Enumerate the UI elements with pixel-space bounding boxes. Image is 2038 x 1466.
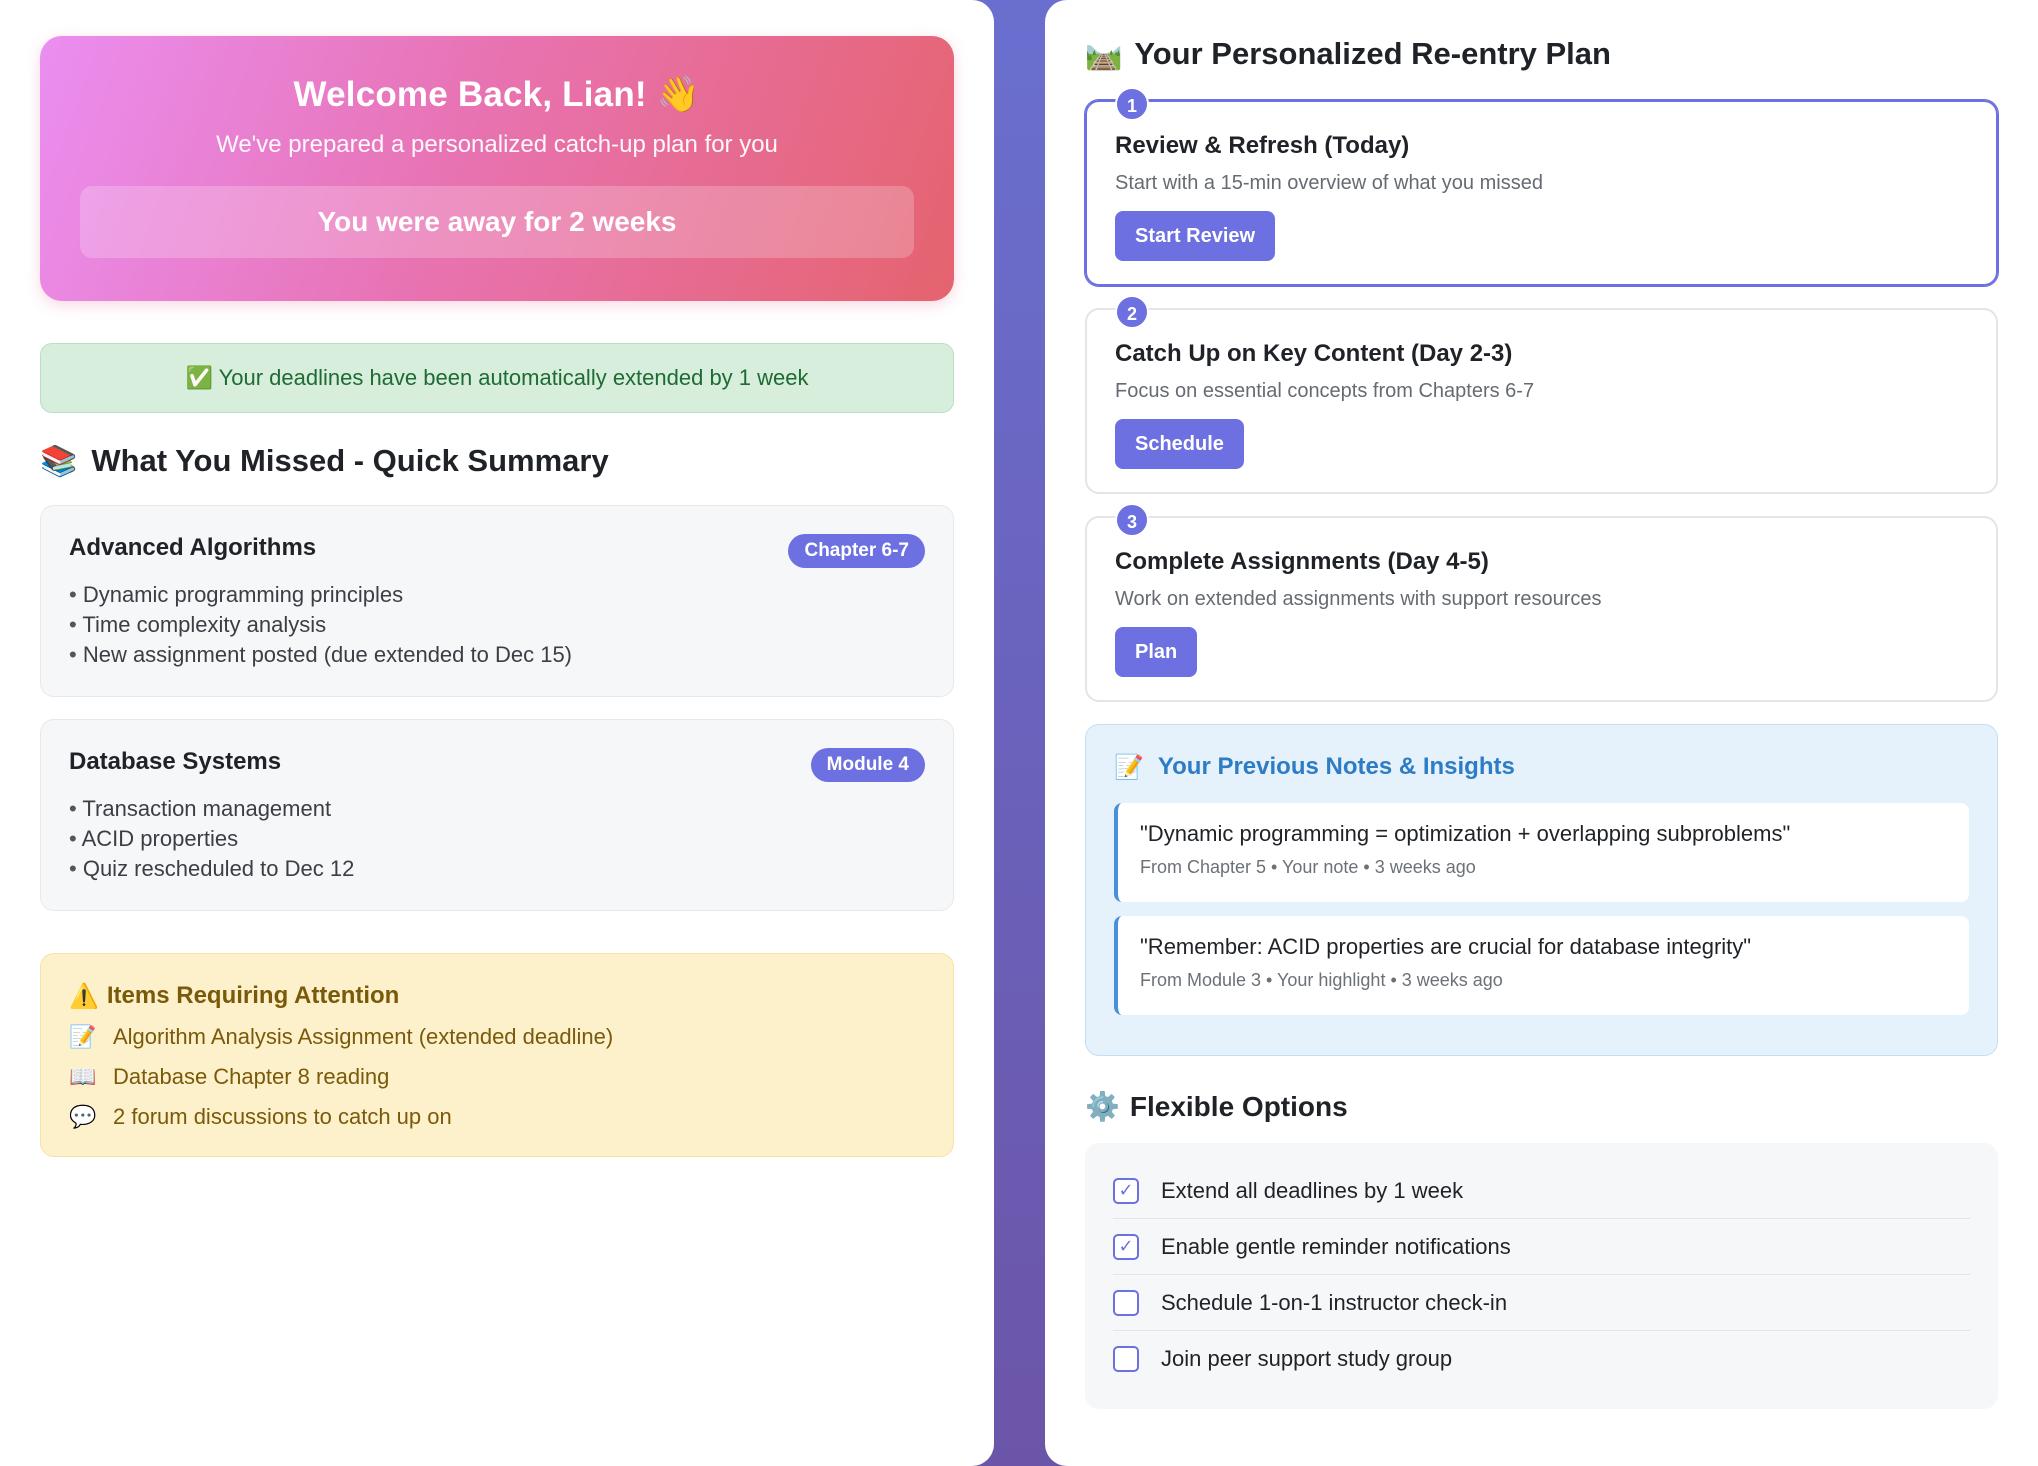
course-badge: Chapter 6-7 — [788, 534, 925, 568]
warning-icon: ⚠️ — [69, 982, 99, 1010]
step-number: 2 — [1115, 295, 1149, 329]
step-number: 3 — [1115, 503, 1149, 537]
welcome-title: Welcome Back, Lian! 👋 — [293, 75, 701, 114]
list-item: Dynamic programming principles — [69, 580, 925, 610]
step-description: Focus on essential concepts from Chapter… — [1115, 380, 1535, 402]
attention-item-text: 2 forum discussions to catch up on — [113, 1104, 452, 1129]
list-item: Time complexity analysis — [69, 610, 925, 640]
books-icon: 📚 — [40, 443, 78, 479]
step-description: Work on extended assignments with suppor… — [1115, 588, 1602, 610]
checkbox-unchecked[interactable] — [1113, 1346, 1139, 1372]
attention-card: ⚠️ Items Requiring Attention 📝 Algorithm… — [40, 953, 954, 1157]
course-card-databases[interactable]: Database Systems Module 4 Transaction ma… — [40, 719, 954, 911]
options-list: ✓ Extend all deadlines by 1 week ✓ Enabl… — [1085, 1143, 1998, 1409]
notice-text: ✅ Your deadlines have been automatically… — [185, 365, 809, 390]
note-quote: "Dynamic programming = optimization + ov… — [1140, 821, 1791, 846]
plan-button[interactable]: Plan — [1115, 627, 1198, 677]
attention-item[interactable]: 📖 Database Chapter 8 reading — [69, 1064, 925, 1090]
option-extend-deadlines[interactable]: ✓ Extend all deadlines by 1 week — [1113, 1163, 1970, 1219]
attention-item-text: Algorithm Analysis Assignment (extended … — [113, 1024, 614, 1049]
deadline-extension-notice: ✅ Your deadlines have been automatically… — [40, 343, 954, 413]
list-item: Transaction management — [69, 794, 925, 824]
start-review-button[interactable]: Start Review — [1115, 211, 1276, 261]
checkbox-checked[interactable]: ✓ — [1113, 1177, 1139, 1204]
attention-heading: ⚠️ Items Requiring Attention — [69, 982, 925, 1010]
attention-item-text: Database Chapter 8 reading — [113, 1064, 390, 1089]
notes-card: 📝 Your Previous Notes & Insights "Dynami… — [1085, 724, 1998, 1056]
plan-step-1: 1 Review & Refresh (Today) Start with a … — [1085, 87, 1998, 286]
step-title: Complete Assignments (Day 4-5) — [1115, 548, 1489, 575]
memo-icon: 📝 — [1114, 753, 1144, 781]
option-reminder-notifications[interactable]: ✓ Enable gentle reminder notifications — [1113, 1219, 1970, 1275]
notes-title: Your Previous Notes & Insights — [1157, 753, 1515, 780]
plan-title: Your Personalized Re-entry Plan — [1134, 36, 1611, 71]
course-card-algorithms[interactable]: Advanced Algorithms Chapter 6-7 Dynamic … — [40, 505, 954, 697]
attention-item[interactable]: 💬 2 forum discussions to catch up on — [69, 1104, 925, 1130]
option-label: Join peer support study group — [1161, 1346, 1453, 1371]
welcome-subtitle: We've prepared a personalized catch-up p… — [216, 131, 778, 158]
list-item: ACID properties — [69, 824, 925, 854]
speech-bubble-icon: 💬 — [69, 1104, 97, 1130]
note-item[interactable]: "Remember: ACID properties are crucial f… — [1114, 916, 1969, 1015]
left-panel: Welcome Back, Lian! 👋 We've prepared a p… — [0, 0, 994, 1466]
checkbox-checked[interactable]: ✓ — [1113, 1233, 1139, 1260]
memo-icon: 📝 — [69, 1024, 97, 1050]
options-heading: ⚙️ Flexible Options — [1085, 1090, 1998, 1123]
option-label: Schedule 1-on-1 instructor check-in — [1161, 1289, 1508, 1315]
attention-item[interactable]: 📝 Algorithm Analysis Assignment (extende… — [69, 1024, 925, 1050]
right-panel: 🛤️ Your Personalized Re-entry Plan 1 Rev… — [1045, 0, 2038, 1466]
note-meta: From Module 3 • Your highlight • 3 weeks… — [1140, 970, 1503, 990]
course-topics: Transaction management ACID properties Q… — [69, 794, 925, 884]
railway-track-icon: 🛤️ — [1085, 36, 1123, 72]
summary-heading: 📚 What You Missed - Quick Summary — [40, 443, 954, 479]
list-item: New assignment posted (due extended to D… — [69, 640, 925, 670]
option-peer-study-group[interactable]: Join peer support study group — [1113, 1331, 1970, 1387]
note-quote: "Remember: ACID properties are crucial f… — [1140, 934, 1752, 959]
plan-heading: 🛤️ Your Personalized Re-entry Plan — [1085, 36, 1998, 72]
away-duration-banner: You were away for 2 weeks — [80, 186, 914, 258]
note-meta: From Chapter 5 • Your note • 3 weeks ago — [1140, 857, 1476, 877]
book-icon: 📖 — [69, 1064, 97, 1090]
course-topics: Dynamic programming principles Time comp… — [69, 580, 925, 670]
option-label: Enable gentle reminder notifications — [1161, 1233, 1511, 1259]
notes-heading: 📝 Your Previous Notes & Insights — [1114, 753, 1969, 781]
option-instructor-checkin[interactable]: Schedule 1-on-1 instructor check-in — [1113, 1275, 1970, 1331]
step-title: Catch Up on Key Content (Day 2-3) — [1115, 340, 1513, 367]
step-description: Start with a 15-min overview of what you… — [1115, 172, 1543, 194]
summary-title: What You Missed - Quick Summary — [91, 443, 609, 478]
plan-step-2: 2 Catch Up on Key Content (Day 2-3) Focu… — [1085, 295, 1998, 494]
schedule-button[interactable]: Schedule — [1115, 419, 1244, 469]
list-item: Quiz rescheduled to Dec 12 — [69, 854, 925, 884]
attention-title: Items Requiring Attention — [106, 982, 400, 1009]
options-title: Flexible Options — [1129, 1090, 1348, 1122]
gear-icon: ⚙️ — [1085, 1090, 1120, 1123]
step-number: 1 — [1115, 87, 1149, 121]
step-title: Review & Refresh (Today) — [1115, 132, 1410, 159]
note-item[interactable]: "Dynamic programming = optimization + ov… — [1114, 803, 1969, 902]
option-label: Extend all deadlines by 1 week — [1161, 1177, 1464, 1203]
welcome-card: Welcome Back, Lian! 👋 We've prepared a p… — [40, 36, 954, 301]
course-name: Database Systems — [69, 748, 282, 775]
course-badge: Module 4 — [810, 748, 925, 782]
checkbox-unchecked[interactable] — [1113, 1289, 1139, 1316]
plan-step-3: 3 Complete Assignments (Day 4-5) Work on… — [1085, 503, 1998, 702]
